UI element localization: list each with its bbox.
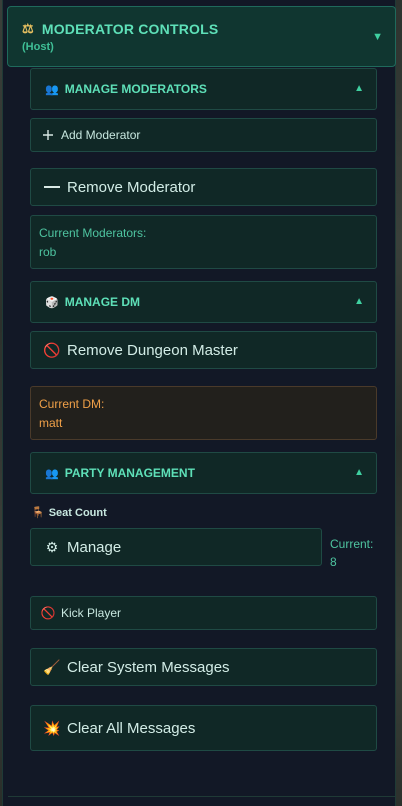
current-seat-label: Current:: [330, 537, 374, 551]
add-moderator-button[interactable]: Add Moderator: [30, 118, 377, 152]
people-icon: 👥: [45, 467, 59, 480]
prohibited-icon: 🚫: [40, 606, 56, 620]
section-manage-moderators[interactable]: 👥 MANAGE MODERATORS ▲: [30, 68, 377, 110]
plus-icon: [41, 129, 55, 141]
moderator-controls-header[interactable]: ⚖ MODERATOR CONTROLS (Host) ▼: [7, 6, 396, 67]
current-dm-box: Current DM: matt: [30, 386, 377, 440]
gear-icon: ⚙: [45, 538, 59, 555]
current-moderators-box: Current Moderators: rob: [30, 215, 377, 269]
current-dm-value: matt: [39, 415, 63, 430]
button-label: Manage: [67, 538, 122, 556]
current-moderators-label: Current Moderators:: [39, 225, 147, 240]
header-title-row: ⚖ MODERATOR CONTROLS: [22, 21, 218, 37]
chevron-up-icon[interactable]: ▲: [354, 83, 364, 94]
panel-footer-divider: [8, 796, 396, 797]
section-label: MANAGE DM: [64, 295, 141, 309]
current-moderators-value: rob: [39, 244, 57, 259]
button-label: Kick Player: [61, 606, 122, 620]
header-title: MODERATOR CONTROLS: [41, 21, 219, 37]
current-dm-label: Current DM:: [39, 396, 105, 411]
chevron-down-icon[interactable]: ▼: [372, 31, 383, 43]
section-label: PARTY MANAGEMENT: [64, 466, 195, 480]
chair-icon: 🪑: [31, 507, 45, 519]
manage-seats-button[interactable]: ⚙ Manage: [30, 528, 322, 566]
section-manage-dm[interactable]: 🎲 MANAGE DM ▲: [30, 281, 377, 323]
header-role: (Host): [22, 41, 54, 53]
die-icon: 🎲: [45, 296, 59, 309]
clear-all-messages-button[interactable]: 💥 Clear All Messages: [30, 705, 377, 751]
broom-icon: 🧹: [43, 658, 61, 675]
minus-icon: [43, 185, 61, 189]
chevron-up-icon[interactable]: ▲: [354, 467, 364, 478]
seat-count-label-row: 🪑 Seat Count: [31, 506, 107, 520]
people-icon: 👥: [45, 83, 59, 96]
button-label: Clear All Messages: [67, 719, 196, 737]
scales-icon: ⚖: [22, 21, 34, 36]
button-label: Add Moderator: [61, 128, 141, 142]
kick-player-button[interactable]: 🚫 Kick Player: [30, 596, 377, 630]
clear-system-messages-button[interactable]: 🧹 Clear System Messages: [30, 648, 377, 686]
current-seat-value: 8: [330, 555, 337, 569]
button-label: Remove Dungeon Master: [67, 341, 238, 359]
current-seat-count: Current: 8: [330, 535, 373, 571]
button-label: Clear System Messages: [67, 658, 230, 676]
button-label: Remove Moderator: [67, 178, 196, 196]
explosion-icon: 💥: [43, 719, 61, 736]
prohibited-icon: 🚫: [43, 341, 61, 358]
section-label: MANAGE MODERATORS: [64, 82, 207, 96]
chevron-up-icon[interactable]: ▲: [354, 296, 364, 307]
remove-dungeon-master-button[interactable]: 🚫 Remove Dungeon Master: [30, 331, 377, 369]
remove-moderator-button[interactable]: Remove Moderator: [30, 168, 377, 206]
seat-count-label: Seat Count: [48, 506, 107, 519]
section-party-management[interactable]: 👥 PARTY MANAGEMENT ▲: [30, 452, 377, 494]
